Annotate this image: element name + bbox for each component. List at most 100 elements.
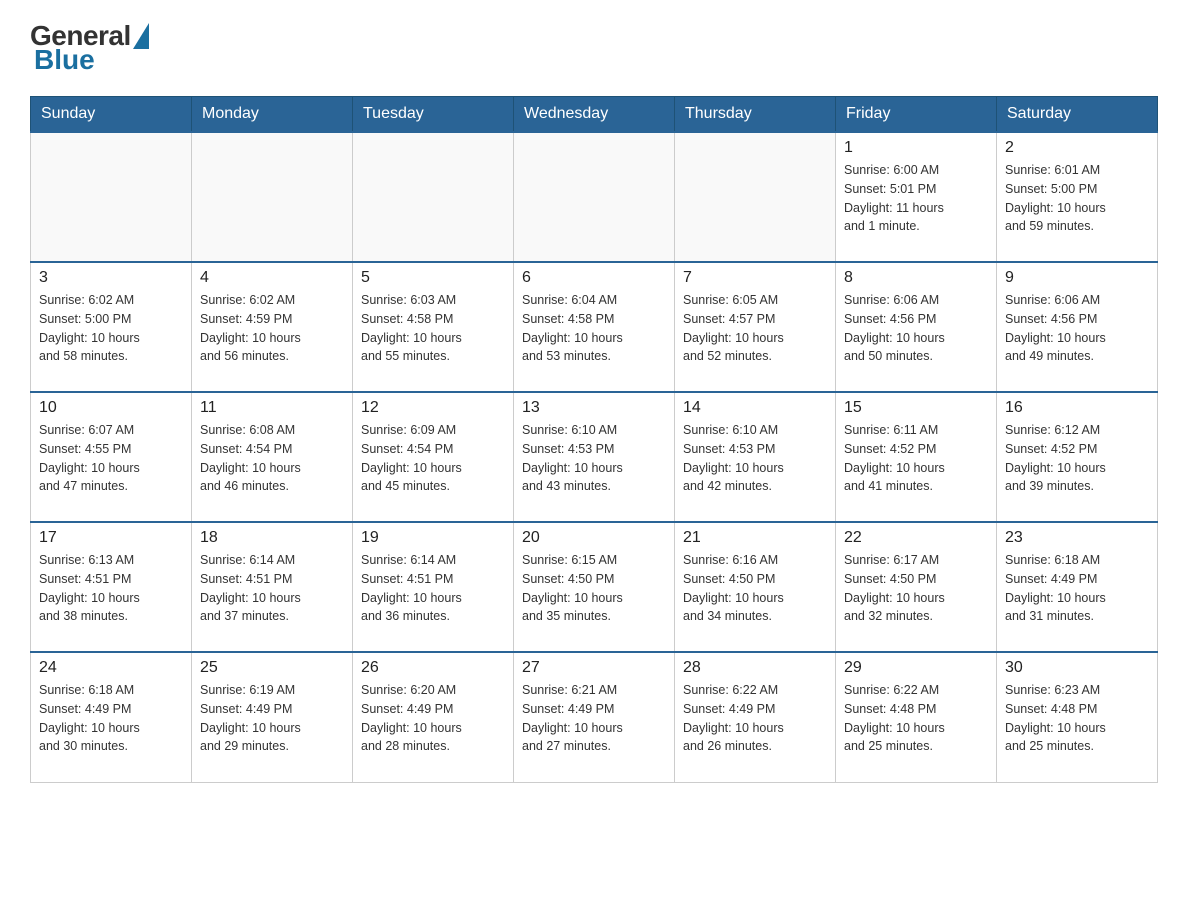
- day-number: 22: [844, 529, 988, 547]
- day-info: Sunrise: 6:17 AMSunset: 4:50 PMDaylight:…: [844, 551, 988, 626]
- day-info: Sunrise: 6:22 AMSunset: 4:48 PMDaylight:…: [844, 681, 988, 756]
- day-number: 16: [1005, 399, 1149, 417]
- calendar-cell: [353, 132, 514, 262]
- day-info: Sunrise: 6:21 AMSunset: 4:49 PMDaylight:…: [522, 681, 666, 756]
- day-info: Sunrise: 6:03 AMSunset: 4:58 PMDaylight:…: [361, 291, 505, 366]
- day-info: Sunrise: 6:01 AMSunset: 5:00 PMDaylight:…: [1005, 161, 1149, 236]
- calendar-week-row: 10 Sunrise: 6:07 AMSunset: 4:55 PMDayligh…: [31, 392, 1158, 522]
- day-number: 19: [361, 529, 505, 547]
- day-number: 12: [361, 399, 505, 417]
- calendar-cell: 14 Sunrise: 6:10 AMSunset: 4:53 PMDayligh…: [675, 392, 836, 522]
- calendar-cell: 1Sunrise: 6:00 AMSunset: 5:01 PMDaylight…: [836, 132, 997, 262]
- day-number: 14: [683, 399, 827, 417]
- day-info: Sunrise: 6:02 AMSunset: 5:00 PMDaylight:…: [39, 291, 183, 366]
- calendar-cell: 29 Sunrise: 6:22 AMSunset: 4:48 PMDayligh…: [836, 652, 997, 782]
- calendar-header-row: SundayMondayTuesdayWednesdayThursdayFrid…: [31, 97, 1158, 133]
- column-header-sunday: Sunday: [31, 97, 192, 133]
- column-header-thursday: Thursday: [675, 97, 836, 133]
- calendar-cell: 13 Sunrise: 6:10 AMSunset: 4:53 PMDayligh…: [514, 392, 675, 522]
- calendar-cell: 6 Sunrise: 6:04 AMSunset: 4:58 PMDaylight…: [514, 262, 675, 392]
- column-header-tuesday: Tuesday: [353, 97, 514, 133]
- day-number: 11: [200, 399, 344, 417]
- day-number: 9: [1005, 269, 1149, 287]
- calendar-cell: 27Sunrise: 6:21 AMSunset: 4:49 PMDayligh…: [514, 652, 675, 782]
- calendar-cell: [675, 132, 836, 262]
- day-info: Sunrise: 6:14 AMSunset: 4:51 PMDaylight:…: [361, 551, 505, 626]
- day-info: Sunrise: 6:05 AMSunset: 4:57 PMDaylight:…: [683, 291, 827, 366]
- day-info: Sunrise: 6:10 AMSunset: 4:53 PMDaylight:…: [683, 421, 827, 496]
- day-info: Sunrise: 6:11 AMSunset: 4:52 PMDaylight:…: [844, 421, 988, 496]
- calendar-cell: 22 Sunrise: 6:17 AMSunset: 4:50 PMDayligh…: [836, 522, 997, 652]
- day-info: Sunrise: 6:09 AMSunset: 4:54 PMDaylight:…: [361, 421, 505, 496]
- day-number: 29: [844, 659, 988, 677]
- calendar-cell: 24 Sunrise: 6:18 AMSunset: 4:49 PMDayligh…: [31, 652, 192, 782]
- day-info: Sunrise: 6:00 AMSunset: 5:01 PMDaylight:…: [844, 161, 988, 236]
- day-info: Sunrise: 6:14 AMSunset: 4:51 PMDaylight:…: [200, 551, 344, 626]
- day-info: Sunrise: 6:13 AMSunset: 4:51 PMDaylight:…: [39, 551, 183, 626]
- day-number: 21: [683, 529, 827, 547]
- calendar-cell: 26 Sunrise: 6:20 AMSunset: 4:49 PMDayligh…: [353, 652, 514, 782]
- logo: General Blue: [30, 20, 149, 76]
- day-info: Sunrise: 6:23 AMSunset: 4:48 PMDaylight:…: [1005, 681, 1149, 756]
- day-info: Sunrise: 6:18 AMSunset: 4:49 PMDaylight:…: [1005, 551, 1149, 626]
- day-number: 26: [361, 659, 505, 677]
- day-info: Sunrise: 6:20 AMSunset: 4:49 PMDaylight:…: [361, 681, 505, 756]
- day-number: 5: [361, 269, 505, 287]
- calendar-cell: [31, 132, 192, 262]
- page-header: General Blue: [30, 20, 1158, 76]
- day-number: 3: [39, 269, 183, 287]
- calendar-cell: 16 Sunrise: 6:12 AMSunset: 4:52 PMDayligh…: [997, 392, 1158, 522]
- day-number: 6: [522, 269, 666, 287]
- day-number: 8: [844, 269, 988, 287]
- logo-blue-text: Blue: [30, 44, 149, 76]
- day-info: Sunrise: 6:07 AMSunset: 4:55 PMDaylight:…: [39, 421, 183, 496]
- calendar-cell: 4 Sunrise: 6:02 AMSunset: 4:59 PMDaylight…: [192, 262, 353, 392]
- day-number: 2: [1005, 139, 1149, 157]
- calendar-cell: 17 Sunrise: 6:13 AMSunset: 4:51 PMDayligh…: [31, 522, 192, 652]
- day-info: Sunrise: 6:18 AMSunset: 4:49 PMDaylight:…: [39, 681, 183, 756]
- day-number: 28: [683, 659, 827, 677]
- column-header-saturday: Saturday: [997, 97, 1158, 133]
- day-number: 18: [200, 529, 344, 547]
- calendar-week-row: 24 Sunrise: 6:18 AMSunset: 4:49 PMDayligh…: [31, 652, 1158, 782]
- day-info: Sunrise: 6:08 AMSunset: 4:54 PMDaylight:…: [200, 421, 344, 496]
- day-number: 20: [522, 529, 666, 547]
- column-header-wednesday: Wednesday: [514, 97, 675, 133]
- day-number: 15: [844, 399, 988, 417]
- day-number: 7: [683, 269, 827, 287]
- calendar-week-row: 17 Sunrise: 6:13 AMSunset: 4:51 PMDayligh…: [31, 522, 1158, 652]
- calendar-cell: 21 Sunrise: 6:16 AMSunset: 4:50 PMDayligh…: [675, 522, 836, 652]
- day-number: 30: [1005, 659, 1149, 677]
- day-info: Sunrise: 6:15 AMSunset: 4:50 PMDaylight:…: [522, 551, 666, 626]
- column-header-monday: Monday: [192, 97, 353, 133]
- day-number: 10: [39, 399, 183, 417]
- calendar-cell: 15 Sunrise: 6:11 AMSunset: 4:52 PMDayligh…: [836, 392, 997, 522]
- calendar-cell: 28 Sunrise: 6:22 AMSunset: 4:49 PMDayligh…: [675, 652, 836, 782]
- day-info: Sunrise: 6:04 AMSunset: 4:58 PMDaylight:…: [522, 291, 666, 366]
- day-info: Sunrise: 6:06 AMSunset: 4:56 PMDaylight:…: [1005, 291, 1149, 366]
- column-header-friday: Friday: [836, 97, 997, 133]
- calendar-cell: 9 Sunrise: 6:06 AMSunset: 4:56 PMDaylight…: [997, 262, 1158, 392]
- calendar-cell: [514, 132, 675, 262]
- day-info: Sunrise: 6:12 AMSunset: 4:52 PMDaylight:…: [1005, 421, 1149, 496]
- calendar-week-row: 3 Sunrise: 6:02 AMSunset: 5:00 PMDaylight…: [31, 262, 1158, 392]
- calendar-table: SundayMondayTuesdayWednesdayThursdayFrid…: [30, 96, 1158, 783]
- day-info: Sunrise: 6:19 AMSunset: 4:49 PMDaylight:…: [200, 681, 344, 756]
- day-number: 13: [522, 399, 666, 417]
- day-info: Sunrise: 6:02 AMSunset: 4:59 PMDaylight:…: [200, 291, 344, 366]
- day-info: Sunrise: 6:06 AMSunset: 4:56 PMDaylight:…: [844, 291, 988, 366]
- day-number: 17: [39, 529, 183, 547]
- calendar-cell: 25Sunrise: 6:19 AMSunset: 4:49 PMDayligh…: [192, 652, 353, 782]
- day-number: 24: [39, 659, 183, 677]
- calendar-cell: 18 Sunrise: 6:14 AMSunset: 4:51 PMDayligh…: [192, 522, 353, 652]
- calendar-week-row: 1Sunrise: 6:00 AMSunset: 5:01 PMDaylight…: [31, 132, 1158, 262]
- day-number: 23: [1005, 529, 1149, 547]
- day-info: Sunrise: 6:16 AMSunset: 4:50 PMDaylight:…: [683, 551, 827, 626]
- day-info: Sunrise: 6:10 AMSunset: 4:53 PMDaylight:…: [522, 421, 666, 496]
- calendar-cell: 7 Sunrise: 6:05 AMSunset: 4:57 PMDaylight…: [675, 262, 836, 392]
- day-number: 4: [200, 269, 344, 287]
- day-info: Sunrise: 6:22 AMSunset: 4:49 PMDaylight:…: [683, 681, 827, 756]
- calendar-cell: [192, 132, 353, 262]
- calendar-cell: 19 Sunrise: 6:14 AMSunset: 4:51 PMDayligh…: [353, 522, 514, 652]
- calendar-cell: 20 Sunrise: 6:15 AMSunset: 4:50 PMDayligh…: [514, 522, 675, 652]
